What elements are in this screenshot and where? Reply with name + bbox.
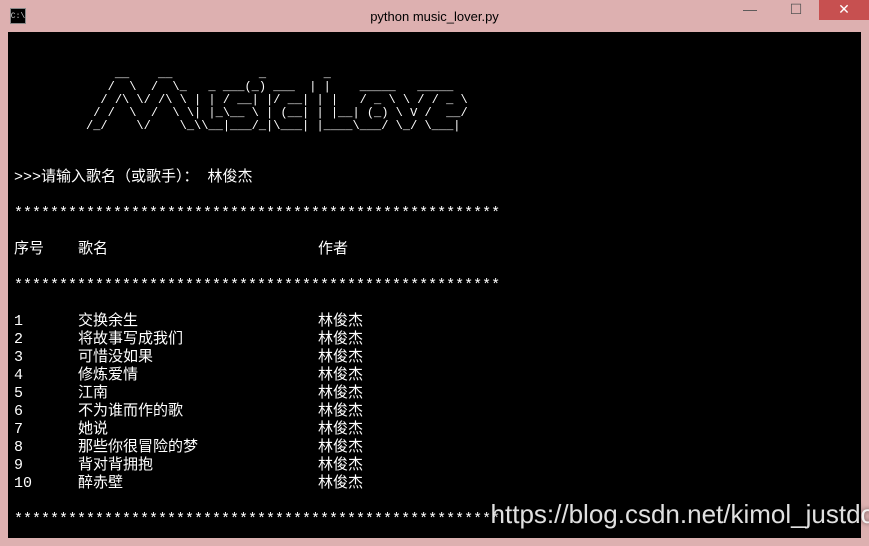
cell-author: 林俊杰 [318,403,363,421]
cell-num: 10 [14,475,78,493]
watermark-text: https://blog.csdn.net/kimol_justdo [491,499,869,530]
separator-line: ****************************************… [14,205,855,223]
ascii-logo: __ __ _ _ / \ / \_ _ ___(_) ___ | | ____… [14,68,855,133]
cell-num: 6 [14,403,78,421]
cell-name: 可惜没如果 [78,349,318,367]
cell-name: 她说 [78,421,318,439]
maximize-button[interactable]: ☐ [773,0,819,20]
cell-author: 林俊杰 [318,439,363,457]
cell-name: 交换余生 [78,313,318,331]
table-row: 1交换余生林俊杰 [14,313,855,331]
song-list: 1交换余生林俊杰2将故事写成我们林俊杰3可惜没如果林俊杰4修炼爱情林俊杰5江南林… [14,313,855,493]
table-row: 8那些你很冒险的梦林俊杰 [14,439,855,457]
cell-num: 8 [14,439,78,457]
prompt-input-value: 林俊杰 [208,169,253,186]
cell-author: 林俊杰 [318,421,363,439]
table-row: 2将故事写成我们林俊杰 [14,331,855,349]
cell-num: 5 [14,385,78,403]
window-titlebar: C:\ python music_lover.py — ☐ ✕ [0,0,869,32]
cell-num: 7 [14,421,78,439]
table-row: 6不为谁而作的歌林俊杰 [14,403,855,421]
cell-num: 1 [14,313,78,331]
cell-name: 修炼爱情 [78,367,318,385]
table-row: 9背对背拥抱林俊杰 [14,457,855,475]
cell-num: 9 [14,457,78,475]
cell-name: 那些你很冒险的梦 [78,439,318,457]
cell-num: 2 [14,331,78,349]
table-row: 5江南林俊杰 [14,385,855,403]
table-row: 7她说林俊杰 [14,421,855,439]
table-row: 10醉赤壁林俊杰 [14,475,855,493]
cell-name: 江南 [78,385,318,403]
input-prompt-line: >>>请输入歌名（或歌手）： 林俊杰 [14,169,855,187]
table-row: 3可惜没如果林俊杰 [14,349,855,367]
header-name: 歌名 [78,241,318,259]
table-header: 序号歌名作者 [14,241,855,259]
table-row: 4修炼爱情林俊杰 [14,367,855,385]
cell-author: 林俊杰 [318,331,363,349]
cell-name: 将故事写成我们 [78,331,318,349]
header-author: 作者 [318,241,348,259]
cell-name: 不为谁而作的歌 [78,403,318,421]
cell-author: 林俊杰 [318,457,363,475]
cell-author: 林俊杰 [318,475,363,493]
app-icon: C:\ [10,8,26,24]
window-controls: — ☐ ✕ [727,2,869,30]
cell-num: 4 [14,367,78,385]
cell-num: 3 [14,349,78,367]
separator-line: ****************************************… [14,277,855,295]
header-num: 序号 [14,241,78,259]
close-button[interactable]: ✕ [819,0,869,20]
minimize-button[interactable]: — [727,0,773,20]
cell-name: 醉赤壁 [78,475,318,493]
cell-name: 背对背拥抱 [78,457,318,475]
cell-author: 林俊杰 [318,313,363,331]
cell-author: 林俊杰 [318,367,363,385]
prompt-label: >>>请输入歌名（或歌手）： [14,169,199,186]
terminal-output[interactable]: __ __ _ _ / \ / \_ _ ___(_) ___ | | ____… [8,32,861,538]
cell-author: 林俊杰 [318,349,363,367]
cell-author: 林俊杰 [318,385,363,403]
